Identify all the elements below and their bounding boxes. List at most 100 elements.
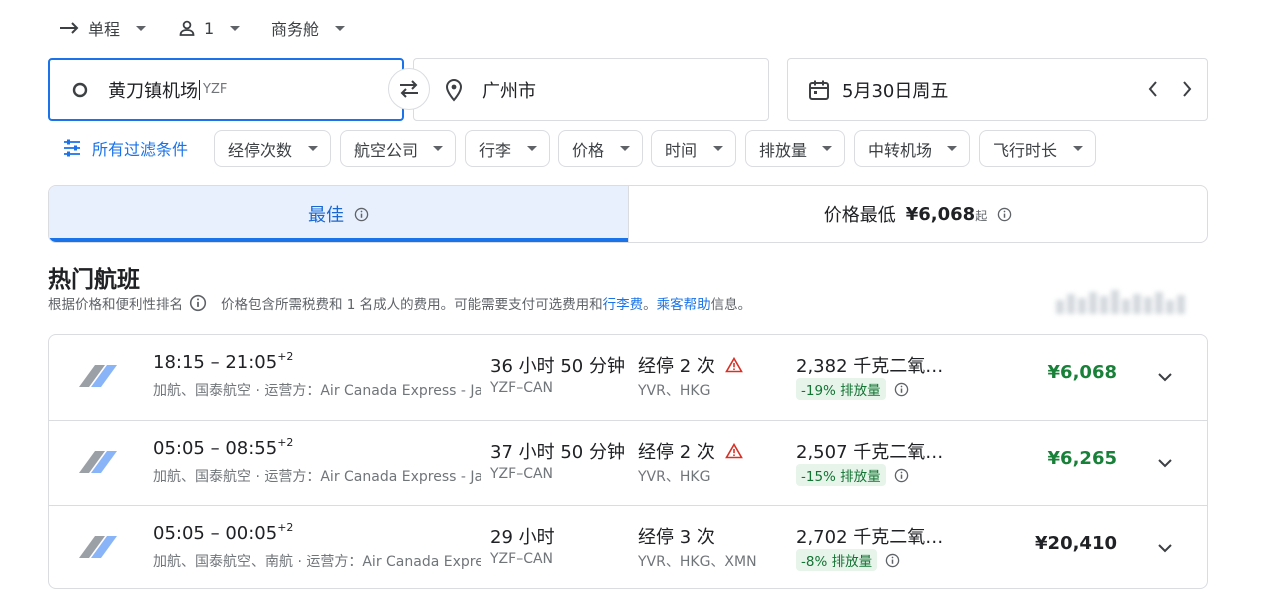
filter-connecting-airports[interactable]: 中转机场 (854, 130, 970, 167)
destination-value: 广州市 (482, 80, 536, 102)
filter-times[interactable]: 时间 (651, 130, 736, 167)
flight-times: 05:05 – 08:55+2 (153, 436, 294, 459)
all-filters-label: 所有过滤条件 (92, 140, 189, 159)
calendar-icon (809, 80, 829, 100)
trip-type-select[interactable]: 单程 (58, 14, 147, 42)
chevron-right-icon (1183, 81, 1192, 97)
emissions-info: -8% 排放量 (796, 549, 900, 571)
flight-duration: 36 小时 50 分钟 (490, 356, 625, 377)
baggage-fees-link[interactable]: 行李费 (603, 293, 644, 313)
origin-value: 黄刀镇机场 (108, 80, 198, 102)
fee-note-text: 价格包含所需税费和 1 名成人的费用。可能需要支付可选费用和 (221, 297, 603, 313)
cabin-select[interactable]: 商务舱 (271, 14, 346, 42)
day-offset: +2 (277, 521, 294, 534)
section-title: 热门航班 (48, 267, 140, 293)
warning-icon (725, 443, 743, 459)
arrival-time: 00:05 (225, 523, 278, 544)
tab-best[interactable]: 最佳 (49, 186, 629, 242)
day-offset: +2 (277, 350, 294, 363)
filter-stops-label: 经停次数 (228, 140, 293, 160)
emissions-info: -19% 排放量 (796, 378, 909, 400)
info-icon[interactable] (894, 382, 909, 397)
flight-route: YZF–CAN (490, 466, 554, 482)
filter-bags[interactable]: 行李 (465, 130, 550, 167)
airline-names: 加航、国泰航空 · 运营方：Air Canada Express - Jazz (153, 383, 481, 399)
day-offset: +2 (277, 436, 294, 449)
destination-input[interactable]: 广州市 (413, 58, 769, 121)
chevron-down-icon (713, 146, 723, 151)
chevron-down-icon (230, 25, 241, 31)
passenger-select[interactable]: 1 (178, 14, 241, 42)
passenger-help-link[interactable]: 乘客帮助 (657, 293, 711, 313)
filter-emissions-label: 排放量 (759, 140, 808, 160)
chevron-down-icon (947, 146, 957, 151)
emissions-info: -15% 排放量 (796, 464, 909, 486)
origin-input[interactable]: 黄刀镇机场 YZF (48, 58, 404, 121)
chevron-down-icon (1073, 146, 1083, 151)
blurred-toggle (1056, 288, 1196, 314)
airline-logo-icon (79, 365, 117, 387)
tab-cheapest-price: ¥6,068 (905, 203, 976, 225)
stops-count: 经停 3 次 (638, 527, 715, 548)
layover-airports: YVR、HKG、XMN (638, 554, 757, 570)
passenger-count: 1 (204, 18, 215, 38)
filter-price-label: 价格 (572, 140, 605, 160)
tab-cheapest[interactable]: 价格最低 ¥6,068起 (629, 186, 1207, 242)
chevron-down-icon (308, 146, 318, 151)
info-icon[interactable] (894, 468, 909, 483)
flight-row[interactable]: 05:05 – 00:05+2 加航、国泰航空、南航 · 运营方：Air Can… (49, 505, 1207, 588)
filter-duration[interactable]: 飞行时长 (979, 130, 1096, 167)
flight-results-list: 18:15 – 21:05+2 加航、国泰航空 · 运营方：Air Canada… (48, 334, 1208, 589)
layover-airports: YVR、HKG (638, 383, 711, 399)
filter-stops[interactable]: 经停次数 (214, 130, 331, 167)
tab-best-label: 最佳 (308, 205, 344, 226)
all-filters-button[interactable]: 所有过滤条件 (62, 133, 188, 163)
filter-airlines[interactable]: 航空公司 (340, 130, 456, 167)
airline-names: 加航、国泰航空、南航 · 运营方：Air Canada Express - Ja… (153, 554, 481, 570)
flight-price: ¥6,265 (1047, 448, 1117, 469)
date-input[interactable]: 5月30日周五 (787, 58, 1208, 121)
flight-row[interactable]: 18:15 – 21:05+2 加航、国泰航空 · 运营方：Air Canada… (49, 335, 1207, 420)
co2-amount: 2,382 千克二氧化碳 (796, 356, 956, 377)
filter-price[interactable]: 价格 (558, 130, 643, 167)
stops-count: 经停 2 次 (638, 356, 715, 377)
location-pin-icon (445, 78, 463, 101)
flight-price: ¥6,068 (1047, 362, 1117, 383)
expand-chevron-icon[interactable] (1155, 367, 1175, 387)
origin-circle-icon (72, 82, 88, 97)
flight-price: ¥20,410 (1035, 533, 1117, 554)
expand-chevron-icon[interactable] (1155, 538, 1175, 558)
info-icon[interactable] (189, 294, 207, 312)
expand-chevron-icon[interactable] (1155, 453, 1175, 473)
swap-icon (400, 80, 418, 98)
chevron-down-icon (527, 146, 537, 151)
layover-airports: YVR、HKG (638, 469, 711, 485)
cabin-label: 商务舱 (271, 20, 320, 39)
info-icon[interactable] (885, 553, 900, 568)
next-date-button[interactable] (1181, 79, 1193, 99)
flight-route: YZF–CAN (490, 551, 554, 567)
chevron-down-icon (335, 25, 346, 31)
chevron-down-icon (136, 25, 147, 31)
departure-time: 18:15 (153, 352, 205, 373)
date-value: 5月30日周五 (842, 80, 949, 102)
flight-times: 18:15 – 21:05+2 (153, 350, 294, 373)
co2-amount: 2,702 千克二氧化碳 (796, 527, 956, 548)
chevron-down-icon (620, 146, 630, 151)
fee-note-end: 信息。 (710, 297, 752, 313)
flight-row[interactable]: 05:05 – 08:55+2 加航、国泰航空 · 运营方：Air Canada… (49, 420, 1207, 505)
arrow-right-icon (60, 22, 79, 34)
info-icon[interactable] (354, 207, 369, 222)
emissions-badge: -19% 排放量 (796, 378, 886, 400)
text-cursor (199, 79, 200, 100)
info-icon[interactable] (997, 207, 1012, 222)
filter-connecting-label: 中转机场 (868, 140, 933, 160)
filter-bags-label: 行李 (479, 140, 512, 160)
origin-code: YZF (203, 82, 228, 97)
warning-icon (725, 357, 743, 373)
swap-button[interactable] (388, 68, 430, 110)
filter-emissions[interactable]: 排放量 (745, 130, 845, 167)
previous-date-button[interactable] (1147, 79, 1159, 99)
ranking-note: 根据价格和便利性排名 价格包含所需税费和 1 名成人的费用。可能需要支付可选费用… (48, 292, 751, 314)
emissions-badge: -8% 排放量 (796, 549, 878, 571)
